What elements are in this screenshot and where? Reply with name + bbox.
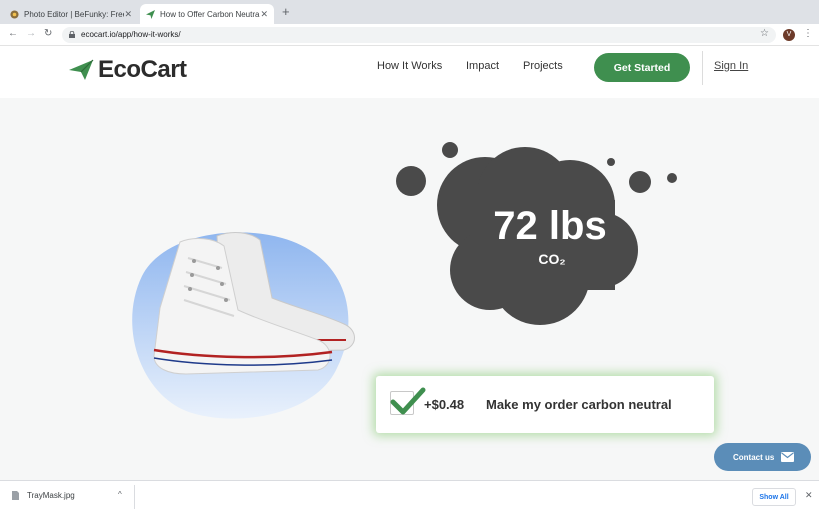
file-icon [12,491,19,500]
browser-window: Photo Editor | BeFunky: Free O ✕ How to … [0,0,819,512]
ecocart-logo[interactable]: EcoCart [68,56,187,84]
offer-price: +$0.48 [424,397,465,412]
carbon-neutral-offer[interactable]: +$0.48 Make my order carbon neutral [376,376,714,433]
bookmark-star-icon[interactable]: ☆ [760,28,769,39]
tab-close-icon[interactable]: ✕ [260,9,268,20]
browser-toolbar: ← → ↻ ecocart.io/app/how-it-works/ ☆ V ⋮ [0,24,819,46]
show-all-button[interactable]: Show All [752,488,796,506]
site-header: EcoCart How It Works Impact Projects Get… [0,46,819,98]
shoe-illustration [122,228,372,426]
get-started-button[interactable]: Get Started [594,53,690,82]
tab-close-icon[interactable]: ✕ [124,9,132,20]
tab-title: Photo Editor | BeFunky: Free O [24,9,124,19]
befunky-favicon-icon [10,9,19,19]
lock-icon [69,31,75,38]
profile-avatar[interactable]: V [783,29,795,41]
download-item[interactable]: TrayMask.jpg [12,491,75,500]
nav-impact[interactable]: Impact [466,60,499,72]
download-bar: TrayMask.jpg ^ Show All ✕ [0,480,819,512]
download-separator [134,485,135,509]
paper-plane-logo-icon [69,59,94,80]
nav-projects[interactable]: Projects [523,60,563,72]
ecocart-favicon-icon [146,9,155,19]
forward-button[interactable]: → [26,28,36,40]
back-button[interactable]: ← [8,28,18,40]
header-divider [702,51,703,85]
download-options-chevron-icon[interactable]: ^ [118,490,122,499]
reload-button[interactable]: ↻ [44,28,52,40]
brand-name: EcoCart [98,56,187,83]
nav-how-it-works[interactable]: How It Works [377,60,442,72]
tab-strip: Photo Editor | BeFunky: Free O ✕ How to … [0,0,819,24]
browser-menu-icon[interactable]: ⋮ [803,28,813,39]
url-text: ecocart.io/app/how-it-works/ [81,30,181,39]
offer-label: Make my order carbon neutral [486,397,672,412]
co2-unit: CO₂ [538,251,566,267]
checkmark-icon [390,387,426,415]
contact-us-label: Contact us [733,452,775,462]
address-bar[interactable]: ecocart.io/app/how-it-works/ [62,27,776,43]
download-filename: TrayMask.jpg [27,491,75,500]
tab-befunky[interactable]: Photo Editor | BeFunky: Free O ✕ [4,4,138,24]
mail-icon [781,452,794,462]
tab-ecocart[interactable]: How to Offer Carbon Neutral S ✕ [140,4,274,24]
new-tab-button[interactable]: + [282,5,290,19]
download-bar-close-icon[interactable]: ✕ [805,490,813,501]
sign-in-link[interactable]: Sign In [714,60,748,72]
tab-title: How to Offer Carbon Neutral S [160,9,260,19]
contact-us-button[interactable]: Contact us [714,443,811,471]
co2-amount: 72 lbs [493,204,607,248]
